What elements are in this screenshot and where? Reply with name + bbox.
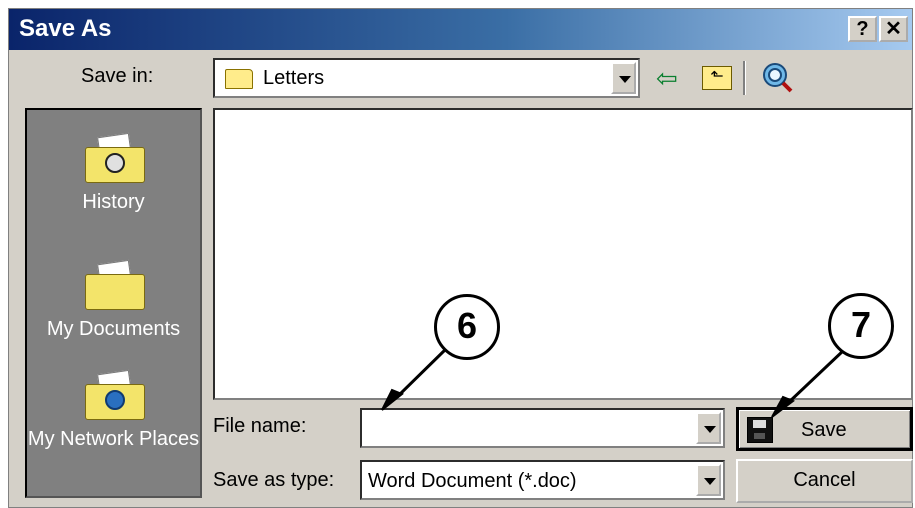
back-arrow-icon[interactable]: ⇦ <box>656 63 678 94</box>
save-as-type-label: Save as type: <box>213 469 335 491</box>
help-button[interactable]: ? <box>848 16 877 42</box>
floppy-disk-icon <box>747 417 773 443</box>
save-in-dropdown[interactable]: Letters <box>213 58 640 98</box>
file-list[interactable] <box>213 108 913 400</box>
places-item-history[interactable]: History <box>27 132 200 215</box>
places-item-my-network-places[interactable]: My Network Places <box>27 369 200 452</box>
file-name-field[interactable] <box>360 408 725 448</box>
file-name-label: File name: <box>213 415 307 437</box>
window-title: Save As <box>19 15 112 42</box>
save-button[interactable]: Save <box>736 407 913 451</box>
save-as-type-dropdown[interactable]: Word Document (*.doc) <box>360 460 725 500</box>
chevron-down-icon[interactable] <box>696 412 721 444</box>
folder-icon <box>225 69 253 89</box>
up-one-level-icon[interactable]: ⬑ <box>702 66 732 90</box>
save-in-value: Letters <box>263 67 325 89</box>
cancel-button[interactable]: Cancel <box>736 459 913 503</box>
toolbar-divider <box>743 61 746 95</box>
history-folder-icon <box>84 132 145 183</box>
callout-7: 7 <box>828 293 894 359</box>
search-web-icon[interactable] <box>761 61 793 93</box>
save-as-dialog: Save As ? ✕ Save in: Letters ⇦ ⬑ History… <box>8 8 913 508</box>
save-button-label: Save <box>801 419 847 441</box>
callout-6: 6 <box>434 294 500 360</box>
places-item-label: My Documents <box>46 318 181 340</box>
chevron-down-icon[interactable] <box>696 464 721 496</box>
places-item-my-documents[interactable]: My Documents <box>27 259 200 342</box>
close-button[interactable]: ✕ <box>879 16 908 42</box>
places-item-label: History <box>82 191 145 213</box>
network-folder-icon <box>84 369 145 420</box>
save-in-label: Save in: <box>81 65 154 87</box>
places-item-label: My Network Places <box>27 428 200 450</box>
places-bar: History My Documents My Network Places <box>25 108 202 498</box>
chevron-down-icon[interactable] <box>611 62 636 94</box>
save-as-type-value: Word Document (*.doc) <box>368 470 577 492</box>
my-documents-folder-icon <box>84 259 145 310</box>
title-bar[interactable]: Save As ? ✕ <box>9 9 912 50</box>
